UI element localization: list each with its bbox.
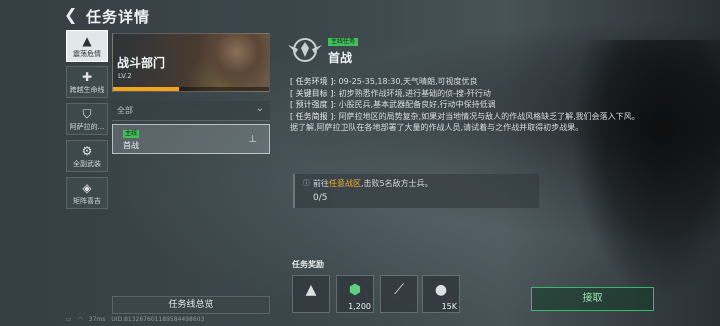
wifi-icon: ◠ bbox=[77, 316, 83, 323]
main-quest-tag: 主线任务 bbox=[328, 38, 359, 46]
mission-line-progress-bar bbox=[113, 87, 269, 91]
task-list-item[interactable]: 主线 首战 ⊥ bbox=[112, 124, 270, 154]
nav-item-label: 跨越生命线 bbox=[69, 86, 105, 94]
page-title: 任务详情 bbox=[86, 8, 151, 26]
task-title: 首战 bbox=[328, 51, 353, 65]
nav-item-armed[interactable]: ⚙ 全副武装 bbox=[66, 140, 108, 172]
info-row-environment: [ 任务环境 ]: 09-25-35,18:30,天气晴朗,可视度优良 bbox=[290, 76, 640, 88]
objective-marker-icon: ⊥ bbox=[248, 134, 257, 145]
mission-line-level: LV.2 bbox=[118, 72, 132, 80]
objective-suffix: ,击败5名敌方士兵。 bbox=[361, 179, 433, 188]
nav-item-zhendang[interactable]: ▲ 震荡危情 bbox=[66, 30, 108, 62]
info-value: : 初步熟悉作战环境,进行基础的侦-搜-歼行动 bbox=[333, 88, 491, 98]
info-value: : 阿萨拉地区的局势复杂,如果对当地情况与敌人的作战风格缺乏了解,我们会落入下风… bbox=[333, 111, 640, 121]
nav-item-asala[interactable]: ⛉ 阿萨拉的... bbox=[66, 103, 108, 135]
reward-item[interactable]: ⬢ 1,200 bbox=[336, 275, 374, 313]
nav-item-label: 全副武装 bbox=[73, 160, 101, 168]
reward-item[interactable]: ● 15K bbox=[422, 275, 460, 313]
eagle-emblem-icon bbox=[288, 38, 322, 62]
info-row-objective: [ 关键目标 ]: 初步熟悉作战环境,进行基础的侦-搜-歼行动 bbox=[290, 88, 640, 100]
briefing-extra: 据了解,阿萨拉卫队在各地部署了大量的作战人员,请试着与之作战并取得初步战果。 bbox=[290, 123, 584, 132]
objective-location[interactable]: 任意战区 bbox=[329, 179, 361, 188]
rewards-label: 任务奖励 bbox=[292, 260, 324, 269]
info-key: [ 关键目标 ] bbox=[290, 88, 334, 98]
coin-icon: ● bbox=[434, 282, 448, 298]
task-name: 首战 bbox=[123, 141, 139, 150]
main-quest-tag: 主线 bbox=[123, 130, 140, 138]
mission-line-card[interactable]: 战斗部门 LV.2 bbox=[112, 33, 270, 92]
accept-task-button[interactable]: 接取 bbox=[531, 287, 654, 311]
objective-progress: 0/5 bbox=[313, 193, 328, 203]
nav-item-label: 矩阵喜吉 bbox=[73, 197, 101, 205]
reward-item[interactable]: ▲ bbox=[292, 275, 330, 313]
back-arrow-icon[interactable]: ❮ bbox=[64, 6, 78, 24]
operator-portrait bbox=[189, 34, 269, 91]
info-row-intensity: [ 预计强度 ]: 小股民兵,基本武器配备良好,行动中保持低调 bbox=[290, 99, 640, 111]
spearhead-icon: ▲ bbox=[305, 282, 317, 298]
mission-line-progress-fill bbox=[113, 87, 179, 91]
info-key: [ 任务简报 ] bbox=[290, 111, 334, 121]
spearhead-icon: ▲ bbox=[82, 34, 92, 48]
chevron-down-icon: ⌄ bbox=[255, 103, 264, 114]
objective-text: 前往任意战区,击败5名敌方士兵。 bbox=[313, 178, 433, 189]
info-row-briefing: [ 任务简报 ]: 阿萨拉地区的局势复杂,如果对当地情况与敌人的作战风格缺乏了解… bbox=[290, 111, 640, 123]
mission-line-title: 战斗部门 bbox=[117, 56, 166, 70]
objective-box: ⓘ 前往任意战区,击败5名敌方士兵。 0/5 bbox=[293, 174, 539, 208]
uid-readout: UID:813267601189584498603 bbox=[111, 316, 205, 323]
reward-qty: 1,200 bbox=[348, 302, 371, 311]
nav-item-label: 阿萨拉的... bbox=[69, 123, 105, 131]
info-key: [ 任务环境 ] bbox=[290, 77, 334, 86]
filter-label: 全部 bbox=[117, 106, 133, 115]
info-value: : 09-25-35,18:30,天气晴朗,可视度优良 bbox=[333, 77, 478, 86]
reward-item[interactable]: ⟋ bbox=[380, 275, 418, 313]
rifle-icon: ⟋ bbox=[394, 282, 404, 298]
status-bar: ▭ ◠ 37ms UID:813267601189584498603 bbox=[66, 316, 208, 326]
shield-icon: ⛉ bbox=[82, 107, 92, 121]
gear-icon: ⚙ bbox=[81, 144, 93, 158]
nav-item-matrix[interactable]: ◈ 矩阵喜吉 bbox=[66, 177, 108, 209]
ping-readout: 37ms bbox=[88, 316, 106, 323]
experience-icon: ⬢ bbox=[348, 282, 362, 298]
questline-overview-button[interactable]: 任务线总览 bbox=[112, 296, 270, 314]
reward-qty: 15K bbox=[441, 302, 457, 311]
plus-icon: ✚ bbox=[81, 70, 93, 84]
nav-item-lifeline[interactable]: ✚ 跨越生命线 bbox=[66, 66, 108, 98]
info-key: [ 预计强度 ] bbox=[290, 100, 334, 109]
module-icon: ◈ bbox=[82, 181, 92, 195]
battery-icon: ▭ bbox=[66, 316, 72, 323]
task-info: [ 任务环境 ]: 09-25-35,18:30,天气晴朗,可视度优良 [ 关键… bbox=[290, 76, 640, 134]
info-value: : 小股民兵,基本武器配备良好,行动中保持低调 bbox=[333, 100, 496, 109]
objective-prefix: 前往 bbox=[313, 179, 329, 188]
task-filter-dropdown[interactable]: 全部 ⌄ bbox=[112, 101, 270, 121]
info-icon: ⓘ bbox=[303, 179, 310, 187]
nav-item-label: 震荡危情 bbox=[73, 50, 101, 58]
